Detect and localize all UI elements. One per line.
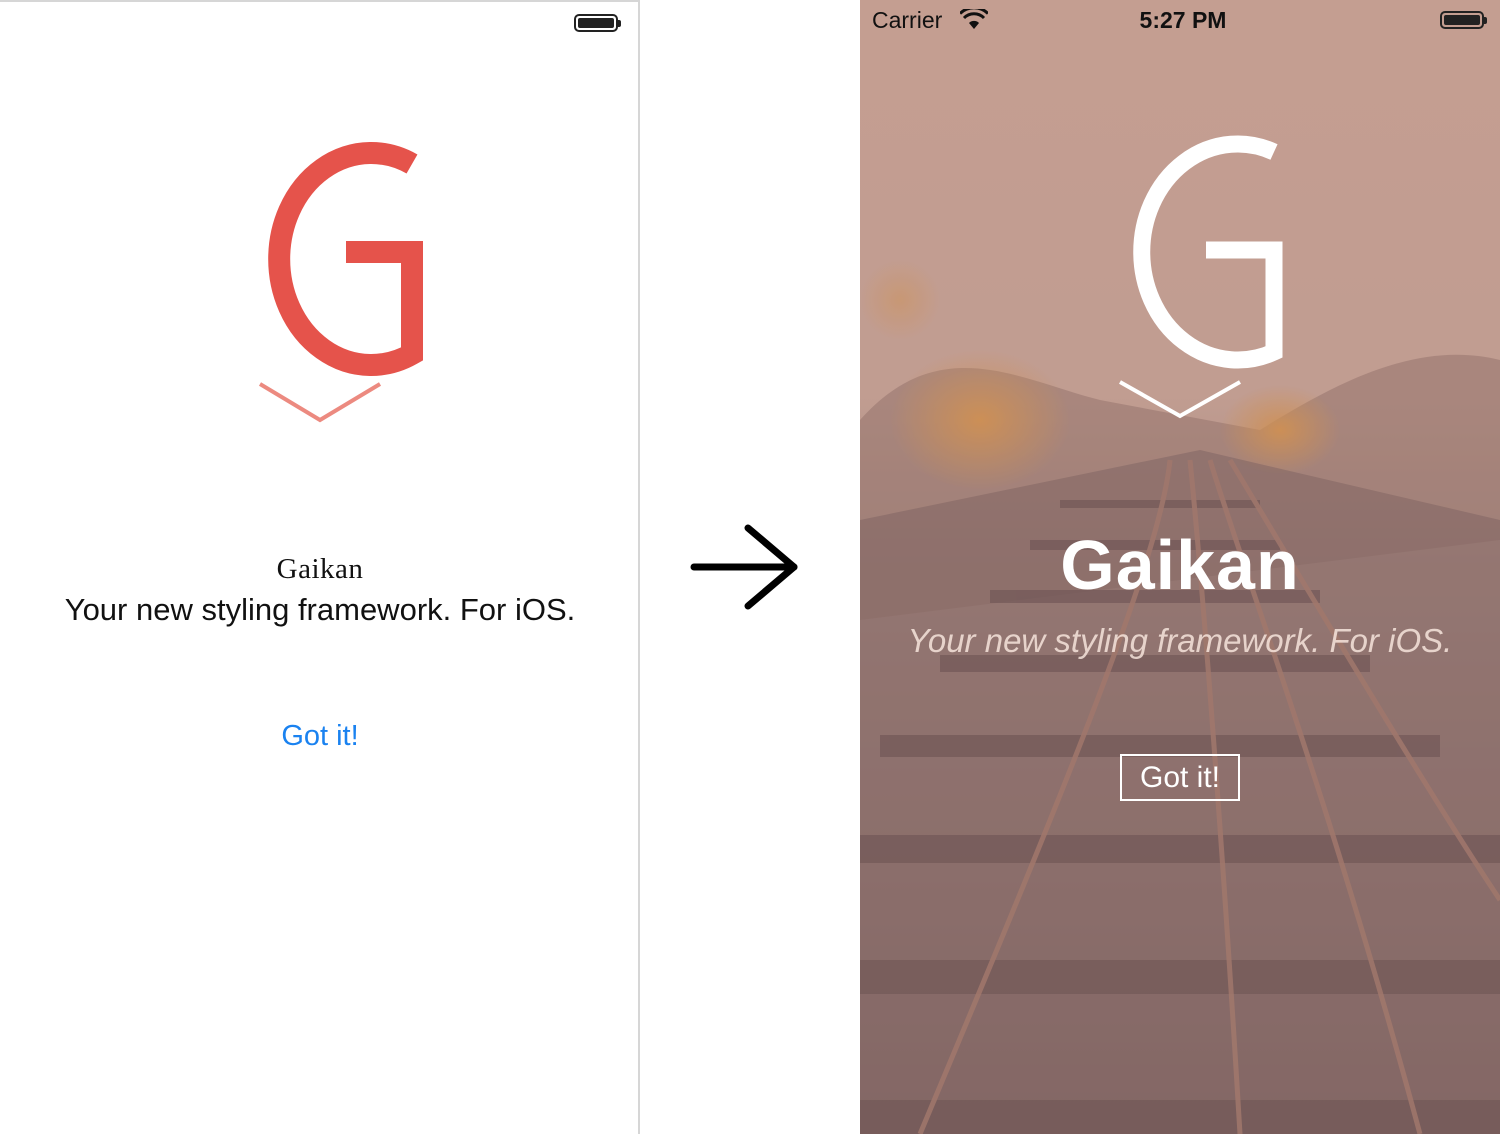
app-title: Gaikan (276, 553, 364, 585)
status-time: 5:27 PM (1139, 7, 1227, 33)
comparison-stage: Gaikan Your new styling framework. For i… (0, 0, 1500, 1134)
got-it-button[interactable]: Got it! (1120, 754, 1240, 801)
battery-icon (1440, 11, 1487, 29)
app-tagline: Your new styling framework. For iOS. (907, 622, 1453, 659)
unstyled-screen: Gaikan Your new styling framework. For i… (0, 0, 640, 1134)
status-bar: Carrier 5:27 PM (860, 0, 1500, 40)
app-title: Gaikan (1060, 526, 1300, 604)
got-it-button[interactable]: Got it! (220, 720, 420, 753)
app-tagline: Your new styling framework. For iOS. (64, 592, 576, 627)
gaikan-logo-icon (258, 142, 423, 423)
gaikan-logo-icon (1119, 135, 1283, 419)
styled-screen: Carrier 5:27 PM Gaikan Your new styling … (860, 0, 1500, 1134)
battery-icon (574, 14, 621, 32)
right-arrow-icon (690, 524, 798, 610)
